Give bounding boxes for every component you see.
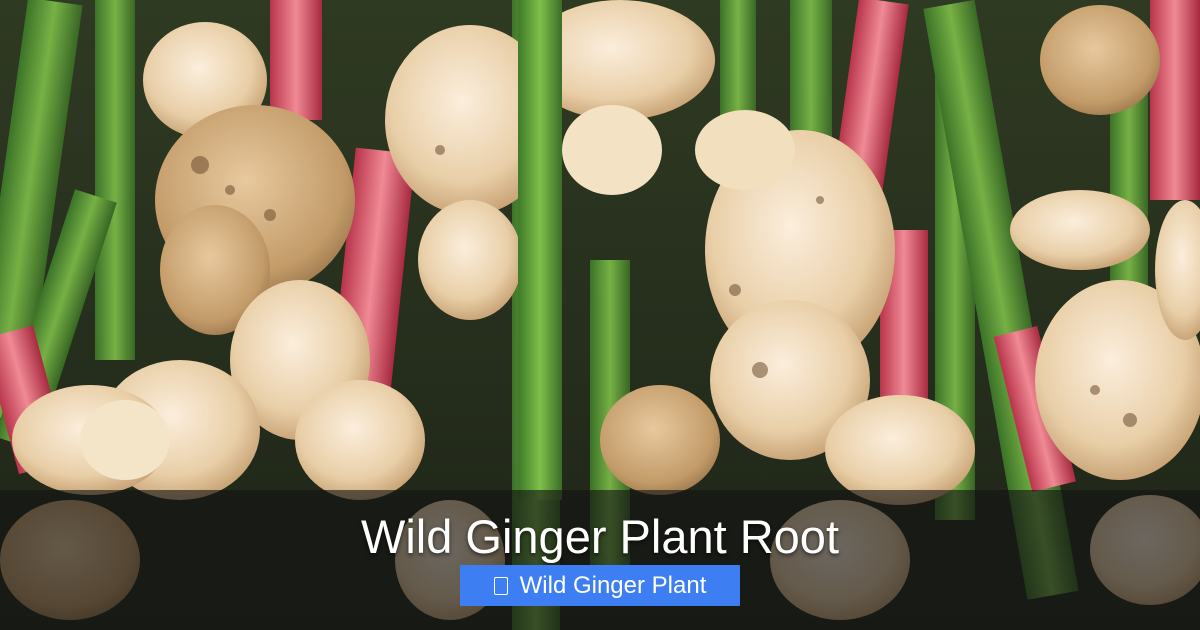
- category-badge-label: Wild Ginger Plant: [519, 572, 707, 599]
- category-badge[interactable]: Wild Ginger Plant: [460, 565, 740, 606]
- hero-banner: Wild Ginger Plant Root Wild Ginger Plant: [0, 0, 1200, 630]
- tag-icon: [493, 577, 508, 595]
- page-title: Wild Ginger Plant Root: [360, 510, 840, 563]
